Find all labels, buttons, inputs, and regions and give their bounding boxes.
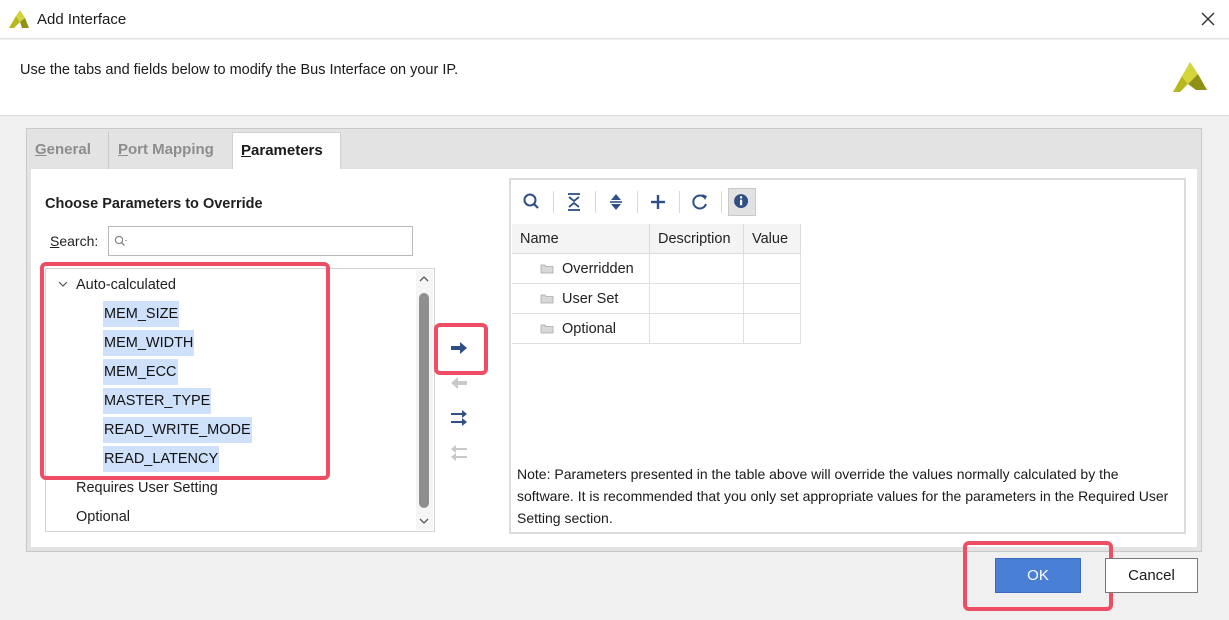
tree-group-auto-calculated[interactable]: Auto-calculated bbox=[76, 277, 176, 293]
toolbar-separator bbox=[679, 191, 680, 213]
title-bar: Add Interface bbox=[0, 0, 1229, 39]
tab-general-mnemonic: G bbox=[35, 141, 47, 158]
row-value[interactable] bbox=[744, 254, 801, 284]
move-left-icon[interactable] bbox=[446, 372, 472, 394]
xilinx-logo-icon bbox=[1173, 62, 1207, 92]
table-row[interactable]: User Set bbox=[512, 284, 650, 314]
table-row[interactable]: Optional bbox=[512, 314, 650, 344]
row-description[interactable] bbox=[650, 254, 744, 284]
choose-parameters-title: Choose Parameters to Override bbox=[45, 196, 263, 212]
column-header-value[interactable]: Value bbox=[744, 224, 801, 254]
app-logo-icon bbox=[9, 10, 29, 28]
folder-icon bbox=[540, 264, 554, 274]
search-mnemonic: S bbox=[50, 233, 60, 249]
search-label-text: earch: bbox=[59, 233, 99, 249]
search-label: Search: bbox=[50, 233, 98, 249]
tab-port-mapping-label: ort Mapping bbox=[128, 141, 214, 158]
tree-item[interactable]: MASTER_TYPE bbox=[103, 388, 212, 414]
folder-icon bbox=[540, 324, 554, 334]
row-value[interactable] bbox=[744, 314, 801, 344]
column-header-description[interactable]: Description bbox=[650, 224, 744, 254]
tree-item[interactable]: MEM_SIZE bbox=[103, 301, 180, 327]
tab-parameters-mnemonic: P bbox=[241, 142, 252, 159]
tab-parameters-label: arameters bbox=[251, 142, 323, 159]
dialog-header: Use the tabs and fields below to modify … bbox=[0, 40, 1229, 116]
search-box[interactable] bbox=[108, 226, 413, 256]
tab-strip: General Port Mapping Parameters bbox=[27, 129, 1201, 170]
toolbar-separator bbox=[721, 191, 722, 213]
tree-item[interactable]: READ_LATENCY bbox=[103, 446, 220, 472]
refresh-icon[interactable] bbox=[686, 188, 714, 216]
parameter-tree[interactable]: Auto-calculated MEM_SIZE MEM_WIDTH MEM_E… bbox=[45, 268, 435, 532]
move-all-right-icon[interactable] bbox=[446, 407, 472, 429]
move-right-icon[interactable] bbox=[446, 337, 472, 359]
search-icon bbox=[114, 235, 127, 246]
header-description: Use the tabs and fields below to modify … bbox=[20, 62, 459, 78]
add-icon[interactable] bbox=[644, 188, 672, 216]
row-name: Optional bbox=[562, 321, 617, 337]
cancel-button[interactable]: Cancel bbox=[1105, 558, 1198, 593]
row-description[interactable] bbox=[650, 284, 744, 314]
row-name: Overridden bbox=[562, 261, 634, 277]
row-value[interactable] bbox=[744, 284, 801, 314]
search-input[interactable] bbox=[131, 230, 407, 252]
expand-all-icon[interactable] bbox=[602, 188, 630, 216]
chevron-down-icon[interactable] bbox=[58, 280, 68, 288]
ok-button[interactable]: OK bbox=[995, 558, 1081, 593]
row-name: User Set bbox=[562, 291, 619, 307]
column-header-name[interactable]: Name bbox=[512, 224, 650, 254]
tree-group-optional[interactable]: Optional bbox=[76, 509, 130, 525]
scroll-up-icon[interactable] bbox=[418, 275, 430, 283]
override-note: Note: Parameters presented in the table … bbox=[517, 466, 1169, 526]
tab-general-label: eneral bbox=[46, 141, 91, 158]
folder-icon bbox=[540, 294, 554, 304]
toolbar-separator bbox=[595, 191, 596, 213]
search-icon[interactable] bbox=[518, 188, 546, 216]
toolbar-separator bbox=[637, 191, 638, 213]
scrollbar-thumb[interactable] bbox=[419, 293, 429, 508]
tree-group-requires-user-setting[interactable]: Requires User Setting bbox=[76, 480, 218, 496]
info-icon[interactable] bbox=[728, 188, 756, 216]
collapse-all-icon[interactable] bbox=[560, 188, 588, 216]
scroll-down-icon[interactable] bbox=[418, 517, 430, 525]
move-all-left-icon[interactable] bbox=[446, 442, 472, 464]
tree-item[interactable]: MEM_WIDTH bbox=[103, 330, 195, 356]
table-row[interactable]: Overridden bbox=[512, 254, 650, 284]
row-description[interactable] bbox=[650, 314, 744, 344]
close-icon[interactable] bbox=[1197, 8, 1219, 30]
tree-scrollbar[interactable] bbox=[416, 270, 433, 530]
tab-port-mapping[interactable]: Port Mapping bbox=[110, 132, 232, 169]
tree-item[interactable]: MEM_ECC bbox=[103, 359, 178, 385]
tab-port-mapping-mnemonic: P bbox=[118, 141, 129, 158]
tab-parameters[interactable]: Parameters bbox=[232, 132, 341, 170]
tab-general[interactable]: General bbox=[27, 132, 109, 169]
tree-item[interactable]: READ_WRITE_MODE bbox=[103, 417, 252, 443]
window-title: Add Interface bbox=[37, 11, 127, 28]
toolbar-separator bbox=[553, 191, 554, 213]
